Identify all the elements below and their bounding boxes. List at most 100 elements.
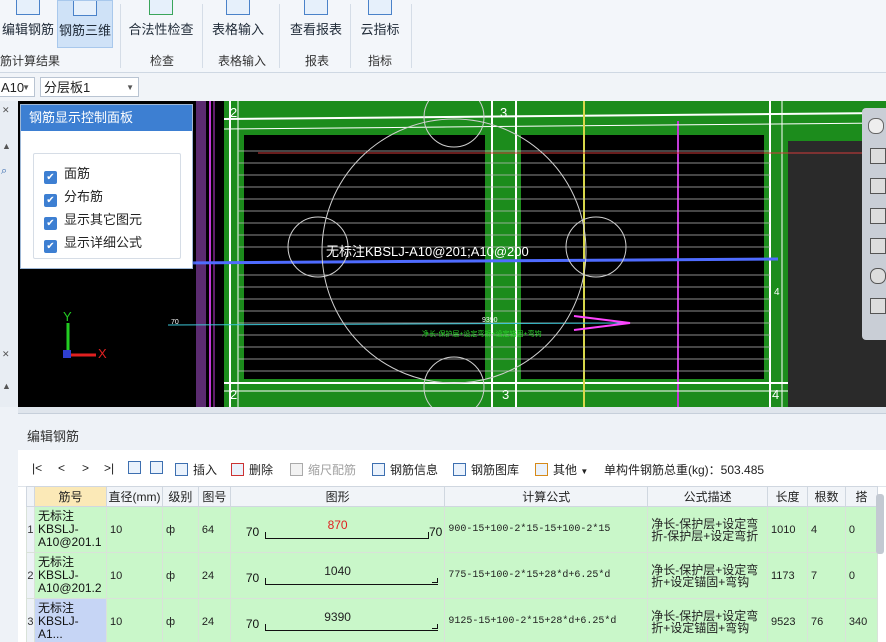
formula-cell[interactable]: 900-15+100-2*15-15+100-2*15: [445, 507, 648, 553]
table-row-selected[interactable]: 3 无标注 KBSLJ-A1... 10 ф 24 70 9390 9125-1…: [27, 599, 878, 642]
move-down-button[interactable]: [150, 461, 168, 475]
view-icon[interactable]: [870, 148, 886, 164]
grade-cell[interactable]: ф: [162, 599, 198, 642]
search-icon[interactable]: ⌕: [1, 165, 7, 178]
layer-select[interactable]: 分层板1 ▼: [40, 77, 139, 97]
col-header-formula-desc[interactable]: 公式描述: [648, 487, 768, 507]
y-axis-label: Y: [63, 309, 72, 324]
option-show-detailed-formula[interactable]: ✔显示详细公式: [44, 232, 142, 253]
diameter-cell[interactable]: 10: [106, 507, 162, 553]
table-row[interactable]: 1 无标注 KBSLJ- A10@201.1 10 ф 64 70 870 70…: [27, 507, 878, 553]
zoom-icon[interactable]: [870, 238, 886, 254]
figure-no-cell[interactable]: 64: [198, 507, 230, 553]
formula-cell[interactable]: 9125-15+100-2*15+28*d+6.25*d: [445, 599, 648, 642]
formula-cell[interactable]: 775-15+100-2*15+28*d+6.25*d: [445, 553, 648, 599]
length-cell[interactable]: 9523: [768, 599, 808, 642]
checkbox-checked-icon[interactable]: ✔: [44, 194, 57, 207]
count-cell[interactable]: 7: [807, 553, 845, 599]
lap-cell[interactable]: 0: [845, 553, 877, 599]
rotate-icon[interactable]: [870, 268, 886, 284]
checkbox-checked-icon[interactable]: ✔: [44, 217, 57, 230]
rebar-shape-l-icon: [265, 578, 438, 585]
rebar-3d-button[interactable]: 钢筋三维: [57, 0, 113, 48]
delete-button[interactable]: 删除: [231, 461, 273, 478]
checkbox-checked-icon[interactable]: ✔: [44, 240, 57, 253]
formula-annotation: 净长-保护层+设定弯折+设定锚固+弯钩: [422, 329, 542, 339]
cube-icon[interactable]: [870, 208, 886, 224]
table-row[interactable]: 2 无标注 KBSLJ- A10@201.2 10 ф 24 70 1040 7…: [27, 553, 878, 599]
grade-cell[interactable]: ф: [162, 507, 198, 553]
formula-desc-cell[interactable]: 净长-保护层+设定弯折+设定锚固+弯钩: [648, 553, 768, 599]
insert-button[interactable]: 插入: [175, 461, 217, 478]
rebar-library-button[interactable]: 钢筋图库: [453, 461, 519, 478]
insert-icon: [175, 463, 188, 476]
nav-last-button[interactable]: >|: [104, 461, 114, 475]
shape-cell[interactable]: 70 870 70: [230, 507, 444, 553]
lap-cell[interactable]: 0: [845, 507, 877, 553]
lap-cell[interactable]: 340: [845, 599, 877, 642]
chevron-up-icon[interactable]: ▲: [2, 141, 11, 151]
count-cell[interactable]: 76: [807, 599, 845, 642]
shape-cell[interactable]: 70 9390: [230, 599, 444, 642]
library-icon: [453, 463, 466, 476]
insert-label: 插入: [193, 463, 217, 477]
table-icon: [226, 0, 250, 15]
layer-icon[interactable]: [870, 178, 886, 194]
col-header-lap[interactable]: 搭: [845, 487, 877, 507]
ribbon-separator: [120, 4, 121, 68]
bar-name-cell[interactable]: 无标注 KBSLJ-A1...: [34, 599, 106, 642]
other-menu-button[interactable]: 其他 ▼: [535, 461, 588, 478]
col-header-bar-no[interactable]: 筋号: [34, 487, 106, 507]
delete-icon: [231, 463, 244, 476]
formula-desc-cell[interactable]: 净长-保护层+设定弯折-保护层+设定弯折: [648, 507, 768, 553]
close-icon[interactable]: ✕: [2, 105, 10, 116]
close-icon[interactable]: ✕: [2, 349, 10, 360]
edit-rebar-button[interactable]: 编辑钢筋: [2, 0, 54, 48]
col-header-shape[interactable]: 图形: [230, 487, 444, 507]
col-header-length[interactable]: 长度: [768, 487, 808, 507]
option-distribution-rebar[interactable]: ✔分布筋: [44, 186, 103, 207]
scale-rebar-button[interactable]: 缩尺配筋: [290, 461, 356, 478]
option-top-rebar[interactable]: ✔面筋: [44, 163, 90, 184]
diameter-cell[interactable]: 10: [106, 553, 162, 599]
grid-label: 4: [774, 287, 780, 298]
chevron-up-icon[interactable]: ▲: [2, 381, 11, 391]
bar-name-cell[interactable]: 无标注 KBSLJ- A10@201.1: [34, 507, 106, 553]
col-header-grade[interactable]: 级别: [162, 487, 198, 507]
diameter-cell[interactable]: 10: [106, 599, 162, 642]
ribbon-separator: [202, 4, 203, 68]
col-header-figure-no[interactable]: 图号: [198, 487, 230, 507]
bar-name-cell[interactable]: 无标注 KBSLJ- A10@201.2: [34, 553, 106, 599]
figure-no-cell[interactable]: 24: [198, 599, 230, 642]
grade-cell[interactable]: ф: [162, 553, 198, 599]
formula-desc-cell[interactable]: 净长-保护层+设定弯折+设定锚固+弯钩: [648, 599, 768, 642]
option-show-other-elements[interactable]: ✔显示其它图元: [44, 209, 142, 230]
vertical-scrollbar[interactable]: [876, 494, 884, 554]
rebar-type-select[interactable]: A10 ▼: [0, 77, 35, 97]
nav-next-button[interactable]: >: [82, 461, 89, 475]
validity-check-button[interactable]: 合法性检查: [128, 0, 194, 48]
shape-cell[interactable]: 70 1040: [230, 553, 444, 599]
view-report-button[interactable]: 查看报表: [288, 0, 344, 48]
count-cell[interactable]: 4: [807, 507, 845, 553]
col-header-count[interactable]: 根数: [807, 487, 845, 507]
rebar-info-button[interactable]: 钢筋信息: [372, 461, 438, 478]
rebar-display-control-panel: 钢筋显示控制面板 ✔面筋 ✔分布筋 ✔显示其它图元 ✔显示详细公式: [20, 104, 193, 269]
orbit-icon[interactable]: [868, 118, 884, 134]
edit-rebar-toolbar: |< < > >| 插入 删除 缩尺配筋 钢筋信息 钢筋图库 其他 ▼ 单构件钢…: [18, 450, 886, 487]
table-input-button[interactable]: 表格输入: [210, 0, 266, 48]
move-up-button[interactable]: [128, 461, 146, 475]
rebar-3d-icon: [73, 1, 97, 16]
col-header-formula[interactable]: 计算公式: [445, 487, 648, 507]
grid-icon[interactable]: [870, 298, 886, 314]
length-cell[interactable]: 1010: [768, 507, 808, 553]
checkbox-checked-icon[interactable]: ✔: [44, 171, 57, 184]
other-icon: [535, 463, 548, 476]
cloud-index-button[interactable]: 云指标: [357, 0, 403, 48]
nav-first-button[interactable]: |<: [32, 461, 42, 475]
col-header-diameter[interactable]: 直径(mm): [106, 487, 162, 507]
nav-prev-button[interactable]: <: [58, 461, 65, 475]
figure-no-cell[interactable]: 24: [198, 553, 230, 599]
group-report: 报表: [305, 52, 329, 69]
length-cell[interactable]: 1173: [768, 553, 808, 599]
